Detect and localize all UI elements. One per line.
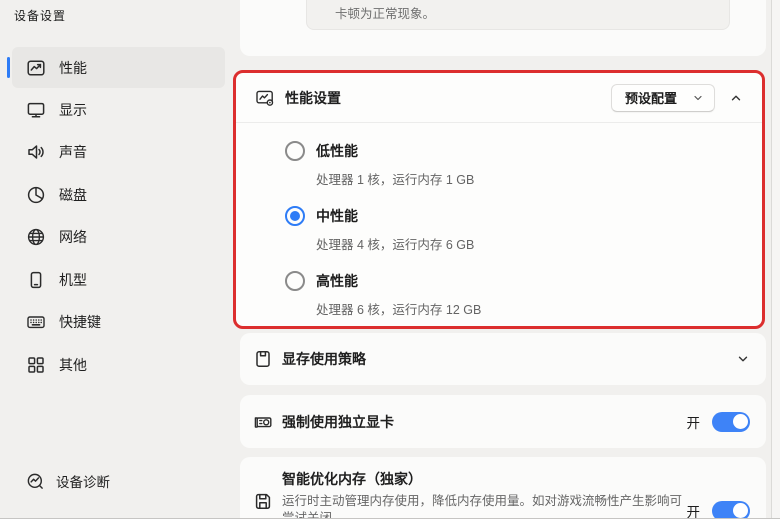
- sidebar-item-other[interactable]: 其他: [12, 344, 225, 385]
- device-icon: [26, 270, 46, 290]
- gpu-toggle[interactable]: [712, 412, 750, 432]
- preset-config-label: 预设配置: [625, 88, 677, 107]
- radio-option-desc: 处理器 4 核，运行内存 6 GB: [316, 234, 474, 253]
- memory-toggle-state-label: 开: [687, 501, 701, 519]
- sidebar-item-model[interactable]: 机型: [12, 259, 225, 300]
- vram-strategy-title: 显存使用策略: [282, 349, 366, 369]
- device-diagnostics-label: 设备诊断: [56, 471, 110, 491]
- gpu-card-icon: [253, 412, 273, 432]
- chevron-up-icon: [729, 91, 743, 105]
- sidebar-item-label: 其他: [59, 355, 87, 375]
- chevron-down-icon[interactable]: [736, 352, 750, 366]
- force-discrete-gpu-section: 强制使用独立显卡 开: [240, 395, 766, 448]
- previous-section-note-panel: 卡顿为正常现象。: [306, 0, 730, 30]
- sidebar-item-shortcuts[interactable]: 快捷键: [12, 301, 225, 342]
- toggle-knob: [733, 414, 748, 429]
- force-discrete-gpu-title: 强制使用独立显卡: [282, 412, 394, 432]
- sidebar-item-network[interactable]: 网络: [12, 216, 225, 257]
- keyboard-icon: [26, 312, 46, 332]
- sidebar-item-label: 磁盘: [59, 185, 87, 205]
- radio-icon: [285, 141, 305, 161]
- disk-pie-icon: [26, 185, 46, 205]
- radio-option-high-performance[interactable]: 高性能 处理器 6 核，运行内存 12 GB: [285, 271, 481, 318]
- sidebar-item-disk[interactable]: 磁盘: [12, 174, 225, 215]
- radio-option-medium-performance[interactable]: 中性能 处理器 4 核，运行内存 6 GB: [285, 206, 474, 253]
- previous-section-note-text: 卡顿为正常现象。: [335, 3, 435, 22]
- sidebar-item-label: 网络: [59, 227, 87, 247]
- speaker-icon: [26, 142, 46, 162]
- diagnostic-icon: [26, 472, 45, 491]
- floppy-save-icon: [253, 491, 273, 511]
- radio-option-desc: 处理器 1 核，运行内存 1 GB: [316, 169, 474, 188]
- sidebar-item-label: 机型: [59, 270, 87, 290]
- vram-strategy-section[interactable]: 显存使用策略: [240, 333, 766, 385]
- gpu-toggle-state-label: 开: [687, 412, 701, 432]
- memory-toggle[interactable]: [712, 501, 750, 519]
- device-settings-dialog: 设备设置 性能 显示 声音: [0, 0, 780, 519]
- previous-section-card: 卡顿为正常现象。: [240, 0, 766, 56]
- sidebar-item-label: 快捷键: [59, 312, 101, 332]
- radio-icon: [285, 206, 305, 226]
- sidebar-item-display[interactable]: 显示: [12, 89, 225, 130]
- sidebar-item-label: 声音: [59, 142, 87, 162]
- preset-config-dropdown[interactable]: 预设配置: [611, 84, 715, 112]
- toggle-knob: [733, 503, 748, 518]
- smart-memory-desc: 运行时主动管理内存使用，降低内存使用量。如对游戏流畅性产生影响可尝试关闭。: [282, 493, 687, 519]
- selected-indicator-bar: [7, 57, 10, 78]
- sidebar-item-label: 性能: [59, 58, 87, 78]
- performance-settings-section: 性能设置 预设配置 低性能 处理器 1 核，运行内存 1 GB: [233, 70, 765, 329]
- smart-memory-section: 智能优化内存（独家） 运行时主动管理内存使用，降低内存使用量。如对游戏流畅性产生…: [240, 457, 766, 519]
- sidebar: 性能 显示 声音 磁盘 网络: [0, 0, 232, 519]
- header-divider: [236, 122, 762, 123]
- performance-settings-header: 性能设置 预设配置: [236, 73, 762, 122]
- monitor-icon: [26, 100, 46, 120]
- radio-option-label: 高性能: [316, 271, 358, 291]
- radio-option-label: 低性能: [316, 141, 358, 161]
- radio-option-desc: 处理器 6 核，运行内存 12 GB: [316, 299, 481, 318]
- radio-icon: [285, 271, 305, 291]
- sidebar-item-performance[interactable]: 性能: [12, 47, 225, 88]
- performance-chart-icon: [26, 58, 46, 78]
- sidebar-item-sound[interactable]: 声音: [12, 131, 225, 172]
- grid-icon: [26, 355, 46, 375]
- chevron-down-icon: [692, 92, 704, 104]
- collapse-section-button[interactable]: [723, 85, 749, 111]
- scrollbar-track[interactable]: [771, 0, 780, 519]
- radio-option-low-performance[interactable]: 低性能 处理器 1 核，运行内存 1 GB: [285, 141, 474, 188]
- performance-settings-title: 性能设置: [285, 88, 341, 108]
- sidebar-item-label: 显示: [59, 100, 87, 120]
- vram-save-icon: [253, 349, 273, 369]
- globe-icon: [26, 227, 46, 247]
- device-diagnostics-button[interactable]: 设备诊断: [18, 467, 110, 495]
- smart-memory-title: 智能优化内存（独家）: [282, 469, 687, 489]
- performance-settings-icon: [255, 88, 275, 108]
- radio-option-label: 中性能: [316, 206, 358, 226]
